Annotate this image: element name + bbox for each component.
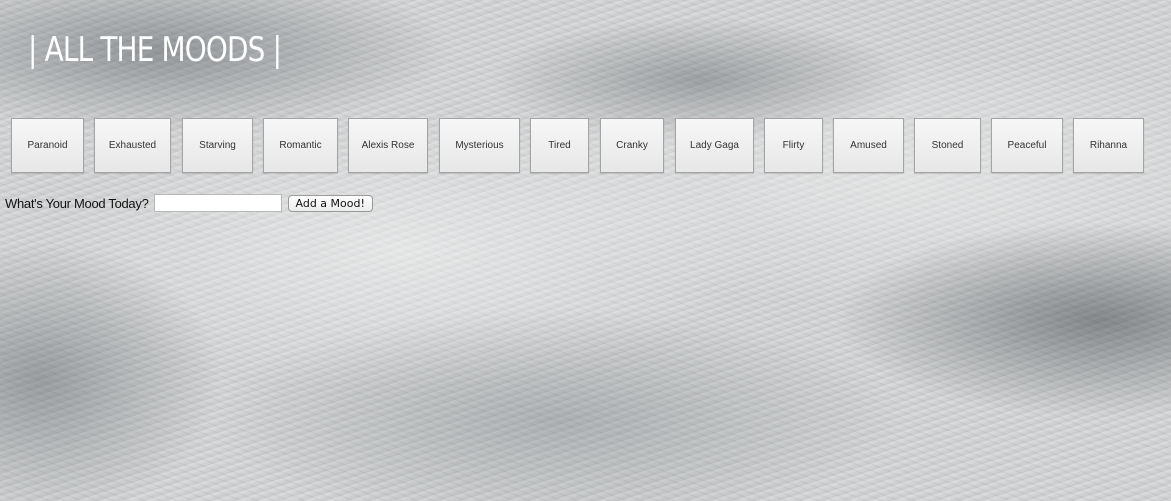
page: { "header": { "title": "| ALL THE MOODS … (0, 0, 1171, 501)
mood-button[interactable]: Mysterious (439, 118, 520, 173)
mood-button[interactable]: Paranoid (11, 118, 84, 173)
mood-button[interactable]: Flirty (764, 118, 823, 173)
mood-button[interactable]: Lady Gaga (675, 118, 754, 173)
mood-button[interactable]: Romantic (263, 118, 338, 173)
mood-button[interactable]: Rihanna (1073, 118, 1144, 173)
add-mood-form: What's Your Mood Today? Add a Mood! (5, 193, 373, 213)
mood-input[interactable] (153, 194, 282, 212)
mood-button[interactable]: Peaceful (991, 118, 1063, 173)
mood-button[interactable]: Cranky (600, 118, 664, 173)
mood-prompt-label: What's Your Mood Today? (5, 195, 149, 211)
page-title: | ALL THE MOODS | (28, 30, 282, 70)
add-mood-button[interactable]: Add a Mood! (287, 194, 373, 212)
mood-button[interactable]: Tired (530, 118, 589, 173)
mood-button[interactable]: Stoned (914, 118, 981, 173)
mood-button[interactable]: Exhausted (94, 118, 171, 173)
mood-button[interactable]: Starving (182, 118, 253, 173)
mood-button[interactable]: Alexis Rose (348, 118, 428, 173)
mood-button[interactable]: Amused (833, 118, 904, 173)
